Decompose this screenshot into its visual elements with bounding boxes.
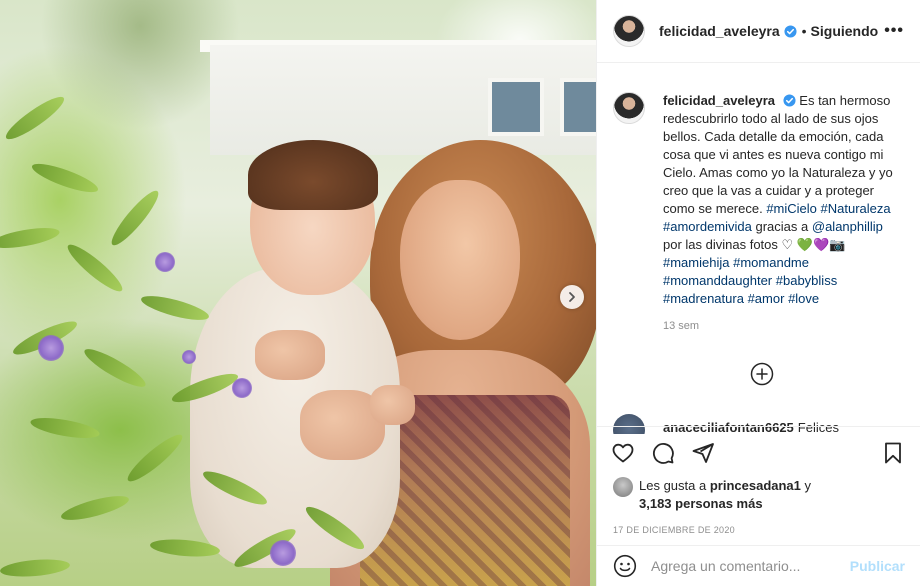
post-side-panel: felicidad_aveleyra • Siguiendo ••• felic…: [596, 0, 920, 586]
plant-leaf: [1, 91, 69, 145]
post-photo[interactable]: [0, 0, 596, 586]
likes-text: Les gusta a princesadana1 y 3,183 person…: [639, 477, 811, 513]
purple-heart-emoji: 💜: [813, 237, 830, 252]
camera-emoji: 📷: [829, 237, 846, 252]
share-icon[interactable]: [691, 441, 715, 465]
comment-icon[interactable]: [651, 441, 675, 465]
caption-time-ago[interactable]: 13 sem: [663, 320, 905, 332]
hashtag-link[interactable]: #madrenatura: [663, 291, 744, 306]
white-heart-emoji: ♡: [781, 237, 794, 252]
bookmark-icon[interactable]: [881, 441, 905, 465]
caption-username[interactable]: felicidad_aveleyra: [663, 93, 775, 108]
background-window: [560, 78, 596, 136]
likes-summary: Les gusta a princesadana1 y 3,183 person…: [597, 465, 920, 513]
hashtag-link[interactable]: #amor: [748, 291, 785, 306]
background-window: [488, 78, 544, 136]
author-username[interactable]: felicidad_aveleyra: [659, 23, 780, 39]
emoji-icon[interactable]: [613, 554, 637, 578]
post-date[interactable]: 17 DE DICIEMBRE DE 2020: [597, 513, 920, 535]
hashtag-link[interactable]: #Naturaleza: [821, 201, 891, 216]
likes-prefix: Les gusta a: [639, 478, 707, 493]
following-button[interactable]: Siguiendo: [811, 23, 879, 39]
baby-hand: [370, 385, 415, 425]
hashtag-link[interactable]: #amordemivida: [663, 219, 752, 234]
plant-leaf: [63, 239, 127, 297]
purple-flower: [182, 350, 196, 364]
hashtag-link[interactable]: #babybliss: [776, 273, 837, 288]
green-heart-emoji: 💚: [796, 237, 813, 252]
post-caption: felicidad_aveleyra Es tan hermoso redesc…: [613, 92, 905, 308]
plant-leaf: [106, 186, 164, 250]
verified-badge-icon: [784, 24, 797, 38]
heart-icon[interactable]: [611, 441, 635, 465]
mention-link[interactable]: @alanphillip: [812, 219, 883, 234]
likes-conjunction: y: [804, 478, 812, 493]
plant-leaf: [139, 291, 211, 325]
woman-face: [400, 180, 520, 340]
post-actions-section: Les gusta a princesadana1 y 3,183 person…: [597, 426, 920, 535]
plant-leaf: [0, 556, 71, 580]
separator-dot: •: [801, 23, 807, 39]
plant-leaf: [29, 158, 101, 198]
plant-leaf: [59, 491, 131, 525]
liker-username[interactable]: princesadana1: [710, 478, 801, 493]
comments-section: felicidad_aveleyra Es tan hermoso redesc…: [597, 64, 920, 434]
publish-button[interactable]: Publicar: [850, 558, 905, 574]
caption-avatar[interactable]: [613, 92, 645, 124]
purple-flower: [155, 252, 175, 272]
comment-input[interactable]: [651, 558, 850, 574]
woman-hand: [255, 330, 325, 380]
add-comment-bar: Publicar: [597, 545, 920, 586]
hashtag-link[interactable]: #love: [788, 291, 819, 306]
post-header: felicidad_aveleyra • Siguiendo •••: [597, 0, 920, 63]
hashtag-link[interactable]: #mamiehija: [663, 255, 729, 270]
plant-leaf: [80, 343, 150, 393]
author-avatar[interactable]: [613, 15, 645, 47]
caption-body: Es tan hermoso redescubrirlo todo al lad…: [663, 93, 893, 216]
plant-leaf: [0, 224, 61, 252]
liker-avatar[interactable]: [613, 477, 633, 497]
chevron-right-icon: [569, 292, 575, 302]
hashtag-link[interactable]: #miCielo: [766, 201, 817, 216]
hashtag-link[interactable]: #momandme: [733, 255, 809, 270]
caption-body: por las divinas fotos: [663, 237, 778, 252]
purple-flower: [232, 378, 252, 398]
baby-hair: [248, 140, 378, 210]
next-photo-button[interactable]: [560, 285, 584, 309]
likes-count[interactable]: 3,183 personas más: [639, 496, 763, 511]
action-bar: [597, 427, 920, 465]
plus-circle-icon[interactable]: [750, 362, 774, 386]
caption-text: felicidad_aveleyra Es tan hermoso redesc…: [663, 92, 903, 308]
purple-flower: [38, 335, 64, 361]
caption-body: gracias a: [755, 219, 809, 234]
purple-flower: [270, 540, 296, 566]
verified-badge-icon: [783, 94, 796, 107]
plant-leaf: [123, 429, 187, 487]
more-options-icon[interactable]: •••: [884, 22, 904, 40]
hashtag-link[interactable]: #momanddaughter: [663, 273, 772, 288]
plant-leaf: [29, 414, 101, 442]
